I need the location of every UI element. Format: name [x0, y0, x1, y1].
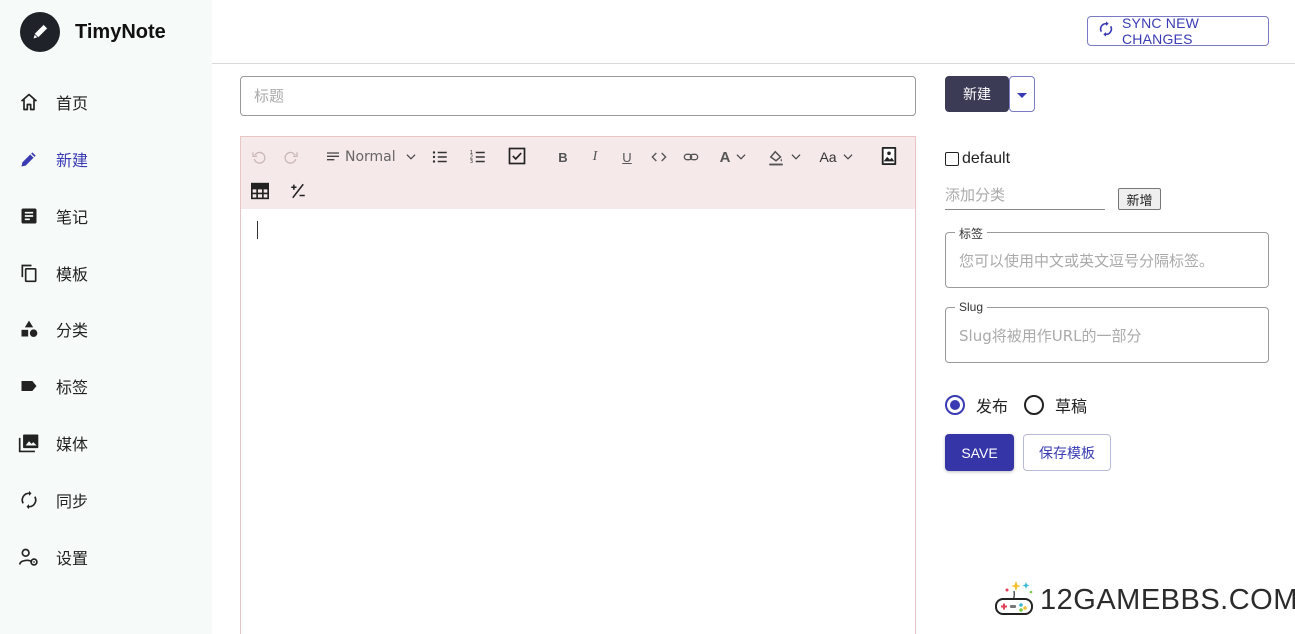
- new-options-dropdown[interactable]: [1009, 76, 1035, 112]
- sidebar-item-label: 新建: [56, 151, 89, 170]
- save-template-button[interactable]: 保存模板: [1023, 434, 1111, 471]
- category-checkbox[interactable]: [945, 152, 959, 166]
- category-default[interactable]: default: [945, 150, 1010, 168]
- label-icon: [18, 375, 40, 397]
- save-button[interactable]: SAVE: [945, 434, 1014, 471]
- draft-radio[interactable]: [1024, 395, 1045, 415]
- link-icon[interactable]: [681, 147, 701, 167]
- sidebar-item-media[interactable]: 媒体: [0, 423, 212, 463]
- undo-icon[interactable]: [249, 147, 269, 167]
- copy-icon: [18, 262, 40, 284]
- tags-legend: 标签: [955, 225, 988, 242]
- publish-label: 发布: [976, 397, 1009, 416]
- home-icon: [18, 91, 40, 113]
- insert-image-icon[interactable]: [878, 145, 900, 167]
- chevron-down-icon: [406, 154, 416, 160]
- sidebar-item-templates[interactable]: 模板: [0, 253, 212, 293]
- block-format-select[interactable]: Normal: [325, 145, 419, 169]
- status-radio-group: 发布 草稿: [945, 393, 1103, 417]
- svg-text:3: 3: [470, 159, 473, 165]
- text-align-icon: [327, 152, 339, 161]
- fill-bucket-icon: [769, 150, 783, 166]
- sidebar-item-label: 设置: [56, 549, 89, 568]
- bold-icon[interactable]: B: [553, 147, 573, 167]
- sidebar-item-label: 标签: [56, 378, 89, 397]
- sync-icon: [1098, 21, 1114, 41]
- checklist-icon[interactable]: [506, 145, 528, 167]
- sidebar-item-tags[interactable]: 标签: [0, 366, 212, 406]
- sidebar-item-label: 首页: [56, 94, 89, 113]
- sync-icon: [18, 489, 40, 511]
- note-icon: [18, 205, 40, 227]
- new-note-button[interactable]: 新建: [945, 76, 1009, 112]
- background-color-select[interactable]: [765, 146, 805, 168]
- draft-label: 草稿: [1055, 397, 1088, 416]
- sidebar-item-categories[interactable]: 分类: [0, 309, 212, 349]
- chevron-down-icon: [736, 154, 746, 160]
- pencil-icon: [20, 12, 60, 52]
- top-bar: SYNC NEW CHANGES: [212, 0, 1295, 64]
- chevron-down-icon: [791, 154, 801, 160]
- text-cursor: [257, 221, 258, 239]
- slug-input[interactable]: [959, 324, 1257, 348]
- slug-field: Slug: [945, 300, 1269, 363]
- title-input[interactable]: [240, 76, 916, 116]
- font-size-select[interactable]: Aa: [817, 146, 857, 168]
- sidebar-item-label: 同步: [56, 492, 89, 511]
- editor-toolbar: Normal 123 B I U A Aa: [241, 137, 915, 209]
- publish-radio[interactable]: [945, 395, 965, 415]
- block-format-label: Normal: [345, 149, 396, 165]
- sidebar-item-sync[interactable]: 同步: [0, 480, 212, 520]
- app-logo[interactable]: TimyNote: [20, 12, 166, 52]
- rich-text-editor[interactable]: Normal 123 B I U A Aa: [240, 136, 916, 634]
- sidebar-item-new[interactable]: 新建: [0, 139, 212, 179]
- sidebar-item-label: 媒体: [56, 435, 89, 454]
- category-label: default: [962, 150, 1011, 167]
- numbered-list-icon[interactable]: 123: [467, 146, 489, 168]
- italic-icon[interactable]: I: [585, 147, 605, 167]
- sidebar-item-label: 模板: [56, 265, 89, 284]
- font-size-label: Aa: [819, 149, 837, 165]
- tags-input[interactable]: [959, 249, 1257, 273]
- sidebar-item-label: 分类: [56, 321, 89, 340]
- sidebar: TimyNote 首页 新建 笔记 模板 分类 标签 媒体 同步 设置: [0, 0, 212, 634]
- slug-legend: Slug: [955, 300, 988, 314]
- photo-library-icon: [18, 432, 40, 454]
- watermark: 12GAMEBBS.COM: [994, 578, 1295, 622]
- add-category-button[interactable]: 新增: [1118, 188, 1161, 210]
- chevron-down-icon: [843, 154, 853, 160]
- redo-icon[interactable]: [281, 147, 301, 167]
- font-color-select[interactable]: A: [715, 146, 753, 168]
- sidebar-item-settings[interactable]: 设置: [0, 537, 212, 577]
- sidebar-item-notes[interactable]: 笔记: [0, 196, 212, 236]
- app-name: TimyNote: [75, 20, 166, 43]
- bullet-list-icon[interactable]: [429, 146, 451, 168]
- sidebar-item-home[interactable]: 首页: [0, 82, 212, 122]
- code-icon[interactable]: [649, 147, 669, 167]
- sidebar-item-label: 笔记: [56, 208, 89, 227]
- user-settings-icon: [18, 546, 40, 568]
- plus-minus-icon[interactable]: [287, 180, 309, 202]
- watermark-text: 12GAMEBBS.COM: [1040, 583, 1295, 616]
- tags-field: 标签: [945, 225, 1269, 288]
- caret-down-icon: [1016, 85, 1028, 104]
- gamepad-logo-icon: [994, 578, 1034, 622]
- pencil-icon: [18, 148, 40, 170]
- sync-new-changes-button[interactable]: SYNC NEW CHANGES: [1087, 15, 1269, 47]
- underline-icon[interactable]: U: [617, 147, 637, 167]
- shapes-icon: [18, 318, 40, 340]
- sync-button-label: SYNC NEW CHANGES: [1122, 15, 1200, 47]
- font-color-icon: A: [719, 148, 731, 166]
- add-category-input[interactable]: [945, 180, 1105, 210]
- table-icon[interactable]: [249, 180, 271, 202]
